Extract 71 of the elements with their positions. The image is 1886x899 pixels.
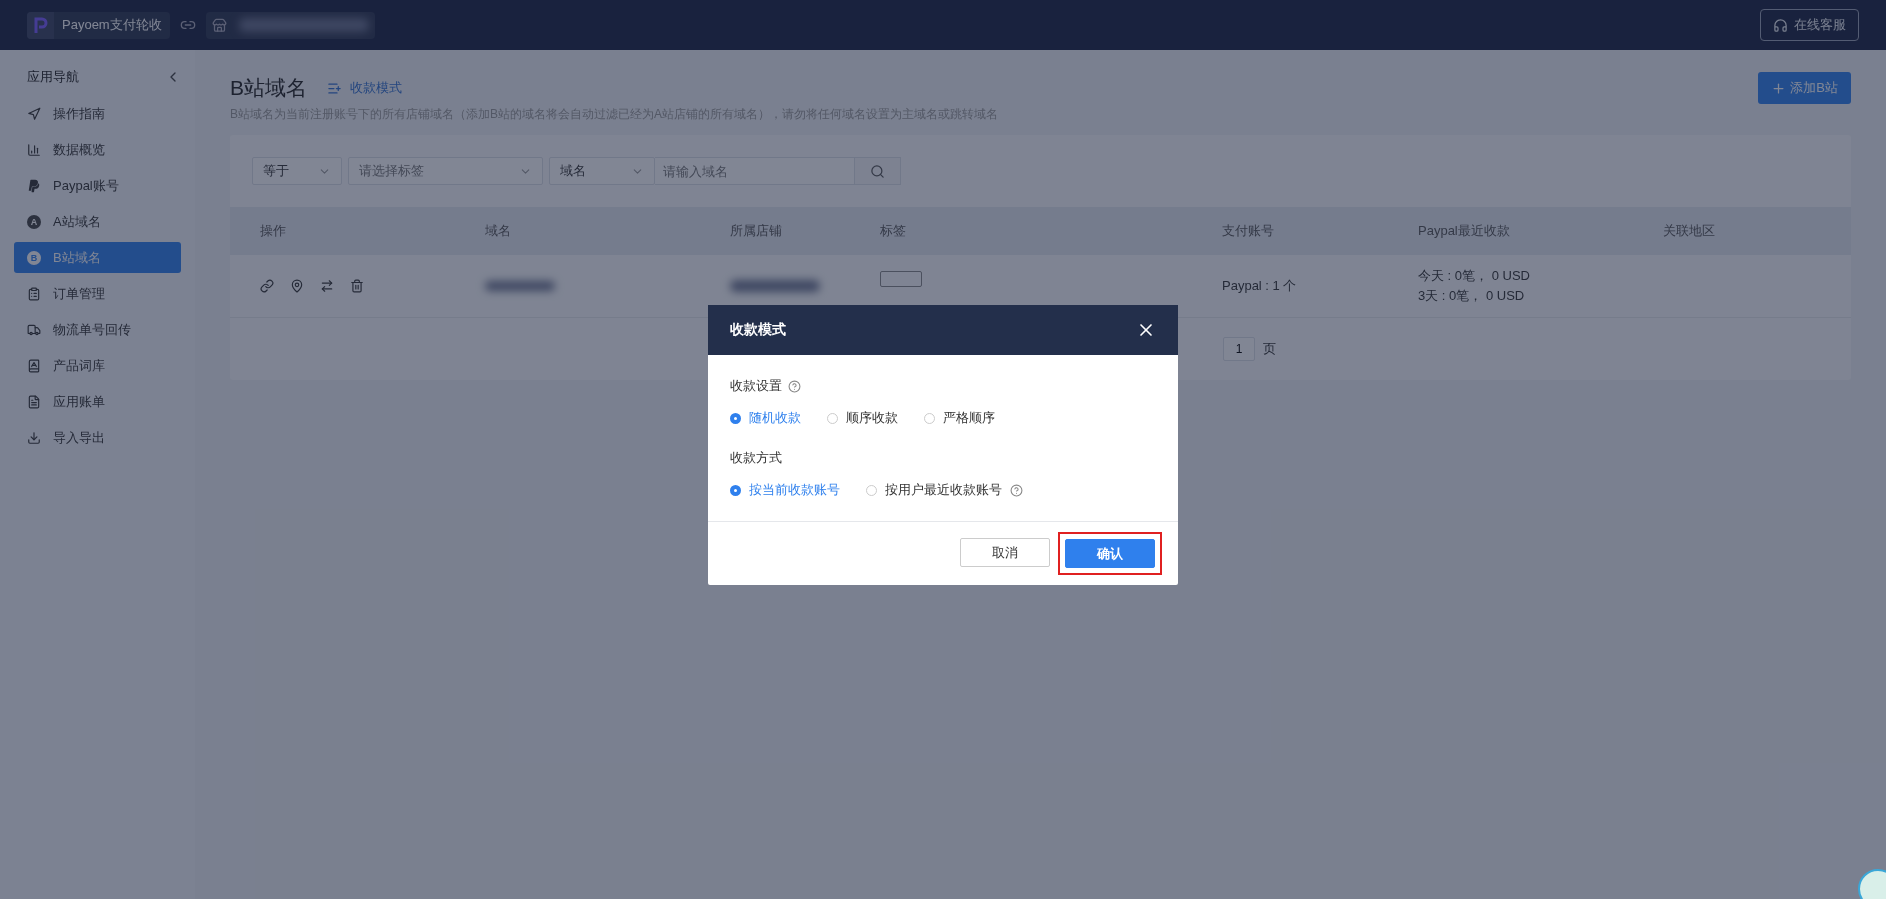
radio-label[interactable]: 严格顺序 — [943, 409, 995, 427]
app-name: Payoem支付轮收 — [61, 16, 163, 34]
menu-icon — [27, 322, 41, 337]
sidebar-item[interactable]: B B站域名 — [14, 242, 181, 273]
map-pin-icon[interactable] — [290, 279, 304, 293]
tag-add-box[interactable] — [880, 271, 922, 287]
menu-icon — [27, 106, 41, 121]
radio-label[interactable]: 按用户最近收款账号 — [885, 481, 1002, 499]
mode-link[interactable]: 收款模式 — [327, 79, 402, 97]
search-icon — [870, 163, 885, 179]
menu-icon — [27, 358, 41, 373]
list-icon — [327, 80, 342, 96]
menu-icon — [27, 142, 41, 157]
radio-button[interactable] — [730, 484, 741, 496]
radio-button[interactable] — [866, 484, 877, 496]
sidebar-item[interactable]: A A站域名 — [14, 206, 181, 237]
menu-icon — [27, 178, 41, 193]
field-select[interactable]: 域名 — [549, 157, 655, 185]
dialog-title: 收款模式 — [730, 321, 786, 339]
menu-icon — [27, 430, 41, 445]
trash-icon[interactable] — [350, 279, 364, 293]
radio-button[interactable] — [730, 412, 741, 424]
search-button[interactable] — [855, 157, 901, 185]
swap-arrows-icon[interactable] — [320, 279, 334, 293]
column-header: 操作 — [260, 222, 287, 240]
letter-icon: A — [27, 214, 41, 229]
link-icon[interactable] — [260, 279, 274, 293]
letter-icon: B — [27, 250, 41, 265]
column-header: 标签 — [880, 222, 907, 240]
sidebar-item[interactable]: 订单管理 — [14, 278, 181, 309]
table-cell-text: 3天 : 0笔， 0 USD — [1418, 287, 1526, 305]
sidebar-item[interactable]: 应用账单 — [14, 386, 181, 417]
tag-select[interactable]: 请选择标签 — [348, 157, 543, 185]
table-cell-text: 今天 : 0笔， 0 USD — [1418, 267, 1531, 285]
plus-icon — [1771, 80, 1787, 96]
sidebar-item[interactable]: 物流单号回传 — [14, 314, 181, 345]
confirm-button[interactable]: 确认 — [1065, 539, 1155, 568]
help-icon[interactable] — [788, 379, 801, 393]
radio-label[interactable]: 随机收款 — [749, 409, 801, 427]
cancel-button[interactable]: 取消 — [960, 538, 1050, 567]
column-header: 所属店铺 — [730, 222, 783, 240]
store-icon — [211, 17, 227, 33]
field-label: 收款设置 — [730, 377, 782, 395]
page-suffix: 页 — [1263, 340, 1276, 358]
column-header: Paypal最近收款 — [1418, 222, 1511, 240]
menu-icon — [27, 286, 41, 301]
radio-button[interactable] — [924, 412, 935, 424]
radio-label[interactable]: 顺序收款 — [846, 409, 898, 427]
sidebar-item[interactable]: 数据概览 — [14, 134, 181, 165]
field-label: 收款方式 — [730, 449, 782, 467]
radio-button[interactable] — [827, 412, 838, 424]
sidebar-item[interactable]: 产品词库 — [14, 350, 181, 381]
support-button[interactable]: 在线客服 — [1760, 9, 1859, 41]
sidebar-item[interactable]: 导入导出 — [14, 422, 181, 453]
sidebar-item[interactable]: Paypal账号 — [14, 170, 181, 201]
add-button[interactable]: 添加B站 — [1758, 72, 1851, 104]
headset-icon — [1773, 17, 1788, 33]
table-cell-text: Paypal : 1 个 — [1222, 277, 1298, 295]
page-input[interactable]: 1 — [1223, 337, 1255, 361]
sidebar-title: 应用导航 — [27, 68, 79, 86]
menu-icon — [27, 394, 41, 409]
page-title: B站域名 — [230, 75, 307, 101]
column-header: 支付账号 — [1222, 222, 1275, 240]
sidebar-item[interactable]: 操作指南 — [14, 98, 181, 129]
help-icon[interactable] — [1010, 483, 1023, 497]
radio-label[interactable]: 按当前收款账号 — [749, 481, 840, 499]
column-header: 关联地区 — [1663, 222, 1716, 240]
operator-select[interactable]: 等于 — [252, 157, 342, 185]
column-header: 域名 — [485, 222, 512, 240]
logo-icon — [27, 11, 54, 39]
redacted-block — [485, 281, 555, 291]
